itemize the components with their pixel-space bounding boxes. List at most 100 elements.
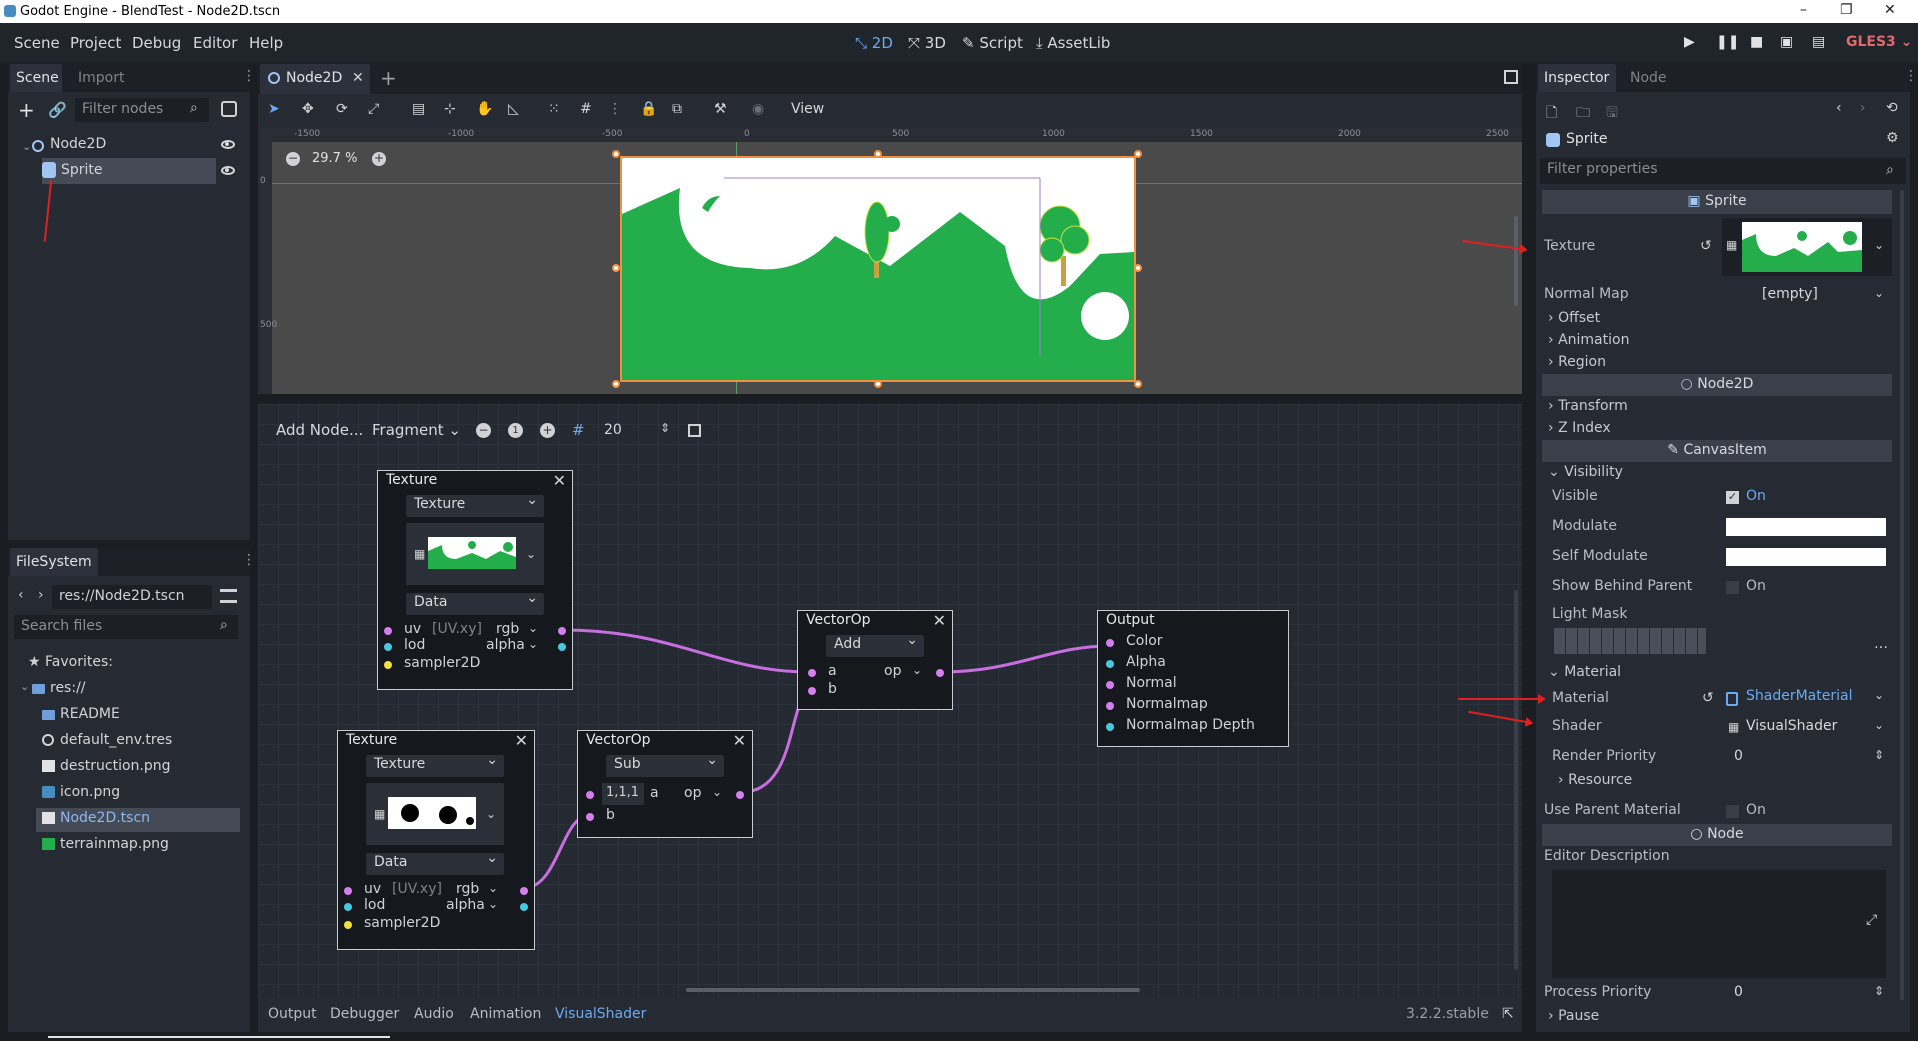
input-port-a[interactable] bbox=[808, 669, 816, 677]
fs-item-readme[interactable]: README bbox=[60, 706, 120, 722]
input-port-lod[interactable] bbox=[384, 643, 392, 651]
fs-path-input[interactable]: res://Node2D.tscn bbox=[52, 585, 212, 609]
texture-node-2[interactable]: Texture ✕ Texture ▦ ⌄ Data uv [UV.xy] rg… bbox=[337, 730, 535, 950]
group-icon[interactable]: ⧉ bbox=[672, 101, 682, 117]
stop-icon[interactable]: ■ bbox=[1750, 34, 1763, 50]
back-icon[interactable]: ‹ bbox=[18, 587, 24, 603]
output-port-op[interactable] bbox=[936, 669, 944, 677]
dock-menu-icon[interactable]: ⋮ bbox=[242, 68, 256, 84]
material-value[interactable]: ShaderMaterial bbox=[1746, 688, 1852, 704]
fs-favorites[interactable]: ★ Favorites: bbox=[28, 654, 113, 670]
spin-arrows-icon[interactable]: ⇕ bbox=[1874, 748, 1884, 762]
group-pause[interactable]: › Pause bbox=[1548, 1008, 1599, 1024]
input-port-sampler[interactable] bbox=[384, 661, 392, 669]
vectorop-sub-node[interactable]: VectorOp ✕ Sub 1,1,1 a op ⌄ b bbox=[577, 730, 753, 838]
fs-root[interactable]: res:// bbox=[50, 680, 86, 696]
show-behind-value[interactable]: On bbox=[1746, 578, 1766, 594]
add-node-icon[interactable]: + bbox=[18, 98, 35, 122]
mode-script-button[interactable]: ✎ Script bbox=[962, 34, 1023, 52]
input-port-normalmap-depth[interactable] bbox=[1106, 723, 1114, 731]
history-forward-icon[interactable]: › bbox=[1860, 100, 1866, 116]
zoom-level[interactable]: 29.7 % bbox=[312, 151, 357, 166]
editor-description-textarea[interactable] bbox=[1552, 870, 1886, 978]
expand-port-icon[interactable]: ⌄ bbox=[912, 663, 922, 677]
menu-debug[interactable]: Debug bbox=[132, 34, 181, 52]
operator-select[interactable]: Add bbox=[826, 632, 924, 657]
dock-menu-icon[interactable]: ⋮ bbox=[242, 552, 256, 568]
expand-port-icon[interactable]: ⌄ bbox=[528, 637, 538, 651]
object-properties-icon[interactable]: ⚙ bbox=[1886, 130, 1899, 146]
expand-port-icon[interactable]: ⌄ bbox=[528, 621, 538, 635]
tab-node2d-scene[interactable]: Node2D bbox=[286, 70, 342, 86]
pan-tool-icon[interactable]: ✋ bbox=[476, 101, 493, 117]
list-view-icon[interactable] bbox=[220, 589, 237, 603]
fs-item-default-env[interactable]: default_env.tres bbox=[60, 732, 172, 748]
zoom-in-icon[interactable]: + bbox=[372, 152, 386, 166]
close-node-icon[interactable]: ✕ bbox=[933, 611, 946, 630]
mode-2d-button[interactable]: ⤡ 2D bbox=[855, 34, 893, 52]
expand-text-icon[interactable]: ⤢ bbox=[1866, 912, 1877, 928]
resize-handle[interactable] bbox=[612, 380, 620, 388]
group-resource[interactable]: › Resource bbox=[1558, 772, 1632, 788]
maximize-button[interactable]: ❐ bbox=[1840, 2, 1853, 18]
output-port-op[interactable] bbox=[736, 791, 744, 799]
menu-project[interactable]: Project bbox=[70, 34, 121, 52]
operator-select[interactable]: Sub bbox=[606, 752, 724, 777]
expand-panel-icon[interactable]: ⇱ bbox=[1502, 1006, 1514, 1022]
texture-type-select[interactable]: Data bbox=[366, 850, 504, 875]
visibility-eye-icon[interactable] bbox=[221, 140, 235, 149]
close-node-icon[interactable]: ✕ bbox=[733, 731, 746, 750]
chevron-down-icon[interactable]: ⌄ bbox=[526, 547, 536, 561]
revert-icon[interactable]: ↺ bbox=[1700, 238, 1712, 254]
light-mask-grid[interactable] bbox=[1554, 628, 1706, 654]
resize-handle[interactable] bbox=[1134, 150, 1142, 158]
group-visibility[interactable]: ⌄ Visibility bbox=[1548, 464, 1623, 480]
input-port-uv[interactable] bbox=[384, 627, 392, 635]
ruler-tool-icon[interactable]: ◺ bbox=[508, 101, 519, 117]
bottom-tab-audio[interactable]: Audio bbox=[414, 1006, 454, 1022]
history-back-icon[interactable]: ‹ bbox=[1836, 100, 1842, 116]
pause-icon[interactable]: ❚❚ bbox=[1716, 34, 1739, 50]
checkbox-unchecked-icon[interactable] bbox=[1726, 805, 1739, 818]
tab-import[interactable]: Import bbox=[78, 70, 124, 86]
list-select-icon[interactable]: ▤ bbox=[412, 101, 425, 117]
resize-handle[interactable] bbox=[1134, 380, 1142, 388]
output-node[interactable]: Output Color Alpha Normal Normalmap Norm… bbox=[1097, 610, 1289, 747]
fs-item-destruction[interactable]: destruction.png bbox=[60, 758, 171, 774]
zoom-out-icon[interactable]: − bbox=[286, 152, 300, 166]
checkbox-checked-icon[interactable]: ✓ bbox=[1726, 491, 1739, 504]
smart-snap-icon[interactable]: ⁙ bbox=[548, 101, 560, 117]
chevron-down-icon[interactable]: ⌄ bbox=[1874, 238, 1884, 252]
chevron-down-icon[interactable]: ⌄ bbox=[1874, 718, 1884, 732]
resize-handle[interactable] bbox=[874, 150, 882, 158]
input-port-a[interactable] bbox=[586, 791, 594, 799]
forward-icon[interactable]: › bbox=[38, 587, 44, 603]
vectorop-add-node[interactable]: VectorOp ✕ Add a op ⌄ b bbox=[797, 610, 953, 710]
tab-scene[interactable]: Scene bbox=[16, 70, 59, 86]
output-port-alpha[interactable] bbox=[558, 643, 566, 651]
vector-default-input[interactable]: 1,1,1 bbox=[602, 783, 644, 805]
link-icon[interactable]: 🔗 bbox=[48, 101, 67, 119]
fs-item-terrainmap[interactable]: terrainmap.png bbox=[60, 836, 169, 852]
input-port-uv[interactable] bbox=[344, 887, 352, 895]
filter-properties-input[interactable]: Filter properties bbox=[1540, 158, 1906, 184]
modulate-color-swatch[interactable] bbox=[1726, 518, 1886, 536]
group-animation[interactable]: › Animation bbox=[1548, 332, 1629, 348]
dock-menu-icon[interactable]: ⋮ bbox=[1904, 68, 1918, 84]
viewport-vscrollbar[interactable] bbox=[1514, 216, 1518, 306]
graph-vscrollbar[interactable] bbox=[1514, 590, 1518, 970]
expand-port-icon[interactable]: ⌄ bbox=[488, 881, 498, 895]
load-resource-icon[interactable]: 🗀 bbox=[1576, 102, 1590, 126]
tree-node-sprite[interactable]: Sprite bbox=[61, 162, 103, 178]
select-tool-icon[interactable]: ➤ bbox=[268, 101, 280, 117]
script-attach-icon[interactable] bbox=[221, 101, 237, 117]
input-port-alpha[interactable] bbox=[1106, 660, 1114, 668]
input-port-color[interactable] bbox=[1106, 639, 1114, 647]
inspected-object-name[interactable]: Sprite bbox=[1566, 131, 1608, 147]
lock-icon[interactable]: 🔒 bbox=[640, 101, 657, 117]
texture-type-select[interactable]: Data bbox=[406, 590, 544, 615]
inspector-scrollbar[interactable] bbox=[1900, 190, 1904, 1000]
resize-handle[interactable] bbox=[612, 150, 620, 158]
mode-3d-button[interactable]: ⤧ 3D bbox=[908, 34, 946, 52]
texture-source-select[interactable]: Texture bbox=[366, 752, 504, 777]
